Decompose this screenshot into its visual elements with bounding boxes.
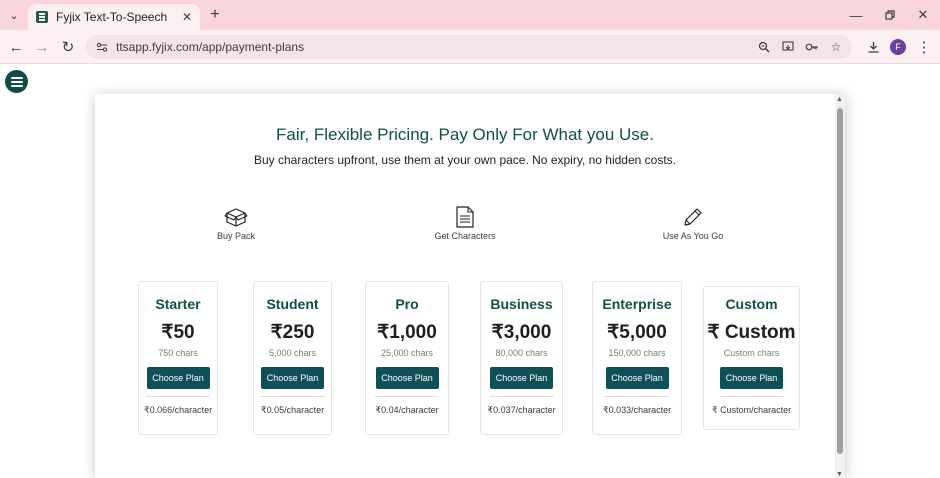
- plan-chars: 80,000 chars: [495, 348, 548, 358]
- plan-price: ₹250: [270, 322, 315, 343]
- choose-plan-button[interactable]: Choose Plan: [375, 367, 439, 389]
- favicon-icon: [36, 11, 48, 23]
- plan-rate: ₹0.05/character: [260, 405, 325, 415]
- plan-name: Pro: [395, 296, 419, 312]
- choose-plan-button[interactable]: Choose Plan: [720, 367, 783, 389]
- site-info-icon[interactable]: [94, 39, 110, 55]
- pricing-card: Fair, Flexible Pricing. Pay Only For Wha…: [95, 94, 845, 478]
- scroll-down-arrow-icon[interactable]: ▼: [836, 471, 843, 478]
- divider: [719, 396, 784, 397]
- plan-price: ₹ Custom: [707, 322, 796, 343]
- tab-close-icon[interactable]: ✕: [182, 10, 192, 24]
- password-key-icon[interactable]: [804, 39, 820, 55]
- tab-title: Fyjix Text-To-Speech: [56, 10, 168, 24]
- zoom-icon[interactable]: [756, 39, 772, 55]
- plan-chars: 25,000 chars: [380, 348, 434, 358]
- scrollbar[interactable]: ▲ ▼: [835, 94, 845, 478]
- plan-card-custom: Custom ₹ Custom Custom chars Choose Plan…: [703, 286, 800, 430]
- back-icon[interactable]: ←: [6, 37, 26, 57]
- step-label: Use As You Go: [662, 231, 724, 241]
- plan-card-business: Business ₹3,000 80,000 chars Choose Plan…: [480, 281, 563, 435]
- download-icon[interactable]: [863, 37, 883, 57]
- new-tab-button[interactable]: +: [205, 5, 225, 25]
- close-window-icon[interactable]: ✕: [909, 4, 937, 26]
- choose-plan-button[interactable]: Choose Plan: [146, 367, 210, 389]
- divider: [489, 396, 554, 397]
- tab-list-icon[interactable]: ⌄: [4, 5, 24, 25]
- step-use-as-you-go: Use As You Go: [633, 206, 753, 241]
- step-get-characters: Get Characters: [405, 206, 525, 241]
- browser-tab[interactable]: Fyjix Text-To-Speech ✕: [28, 4, 200, 30]
- plan-name: Business: [490, 296, 553, 312]
- step-label: Buy Pack: [216, 231, 256, 241]
- divider: [375, 396, 439, 397]
- plan-chars: Custom chars: [723, 348, 780, 358]
- step-buy-pack: Buy Pack: [176, 206, 296, 241]
- plan-rate: ₹0.033/character: [602, 405, 672, 415]
- plan-price: ₹50: [161, 322, 195, 343]
- choose-plan-button[interactable]: Choose Plan: [605, 367, 669, 389]
- scrollbar-thumb[interactable]: [837, 108, 843, 454]
- plan-rate: ₹0.037/character: [487, 405, 556, 415]
- page-subtitle: Buy characters upfront, use them at your…: [254, 153, 676, 167]
- plan-card-student: Student ₹250 5,000 chars Choose Plan ₹0.…: [253, 281, 332, 435]
- choose-plan-button[interactable]: Choose Plan: [261, 367, 324, 389]
- browser-toolbar: ← → ↻ ttsapp.fyjix.com/app/payment-plans…: [0, 30, 940, 64]
- plan-rate: ₹ Custom/character: [711, 405, 792, 415]
- minimize-icon[interactable]: —: [842, 4, 870, 26]
- choose-plan-button[interactable]: Choose Plan: [490, 367, 553, 389]
- plan-card-pro: Pro ₹1,000 25,000 chars Choose Plan ₹0.0…: [365, 281, 449, 435]
- scroll-up-arrow-icon[interactable]: ▲: [836, 96, 843, 103]
- plan-card-starter: Starter ₹50 750 chars Choose Plan ₹0.066…: [138, 281, 218, 435]
- plan-name: Starter: [155, 296, 201, 312]
- step-label: Get Characters: [434, 231, 496, 241]
- url-text: ttsapp.fyjix.com/app/payment-plans: [116, 40, 305, 54]
- divider: [260, 396, 325, 397]
- forward-icon[interactable]: →: [32, 37, 52, 57]
- browser-tab-bar: ⌄ Fyjix Text-To-Speech ✕ + — ✕: [0, 0, 940, 30]
- pencil-icon: [684, 208, 702, 226]
- plan-name: Enterprise: [602, 296, 672, 312]
- divider: [605, 396, 669, 397]
- plan-card-enterprise: Enterprise ₹5,000 150,000 chars Choose P…: [592, 281, 682, 435]
- plan-price: ₹5,000: [607, 322, 667, 343]
- plan-chars: 750 chars: [158, 348, 198, 358]
- plan-rate: ₹0.066/character: [143, 405, 213, 415]
- plan-price: ₹1,000: [377, 322, 437, 343]
- plan-name: Student: [266, 296, 319, 312]
- plan-chars: 150,000 chars: [608, 348, 666, 358]
- reload-icon[interactable]: ↻: [58, 37, 78, 57]
- document-icon: [456, 206, 474, 228]
- plan-name: Custom: [725, 296, 778, 312]
- install-app-icon[interactable]: [780, 39, 796, 55]
- more-menu-icon[interactable]: ⋮: [914, 37, 934, 57]
- plan-chars: 5,000 chars: [268, 348, 317, 358]
- divider: [146, 396, 210, 397]
- plan-price: ₹3,000: [491, 322, 552, 343]
- profile-avatar[interactable]: F: [890, 39, 906, 55]
- box-icon: [224, 208, 248, 227]
- plan-rate: ₹0.04/character: [375, 405, 439, 415]
- restore-icon[interactable]: [876, 4, 904, 26]
- hamburger-menu-icon[interactable]: [5, 70, 28, 93]
- address-bar[interactable]: ttsapp.fyjix.com/app/payment-plans ☆: [86, 35, 852, 59]
- page-title: Fair, Flexible Pricing. Pay Only For Wha…: [276, 125, 654, 144]
- bookmark-star-icon[interactable]: ☆: [828, 39, 844, 55]
